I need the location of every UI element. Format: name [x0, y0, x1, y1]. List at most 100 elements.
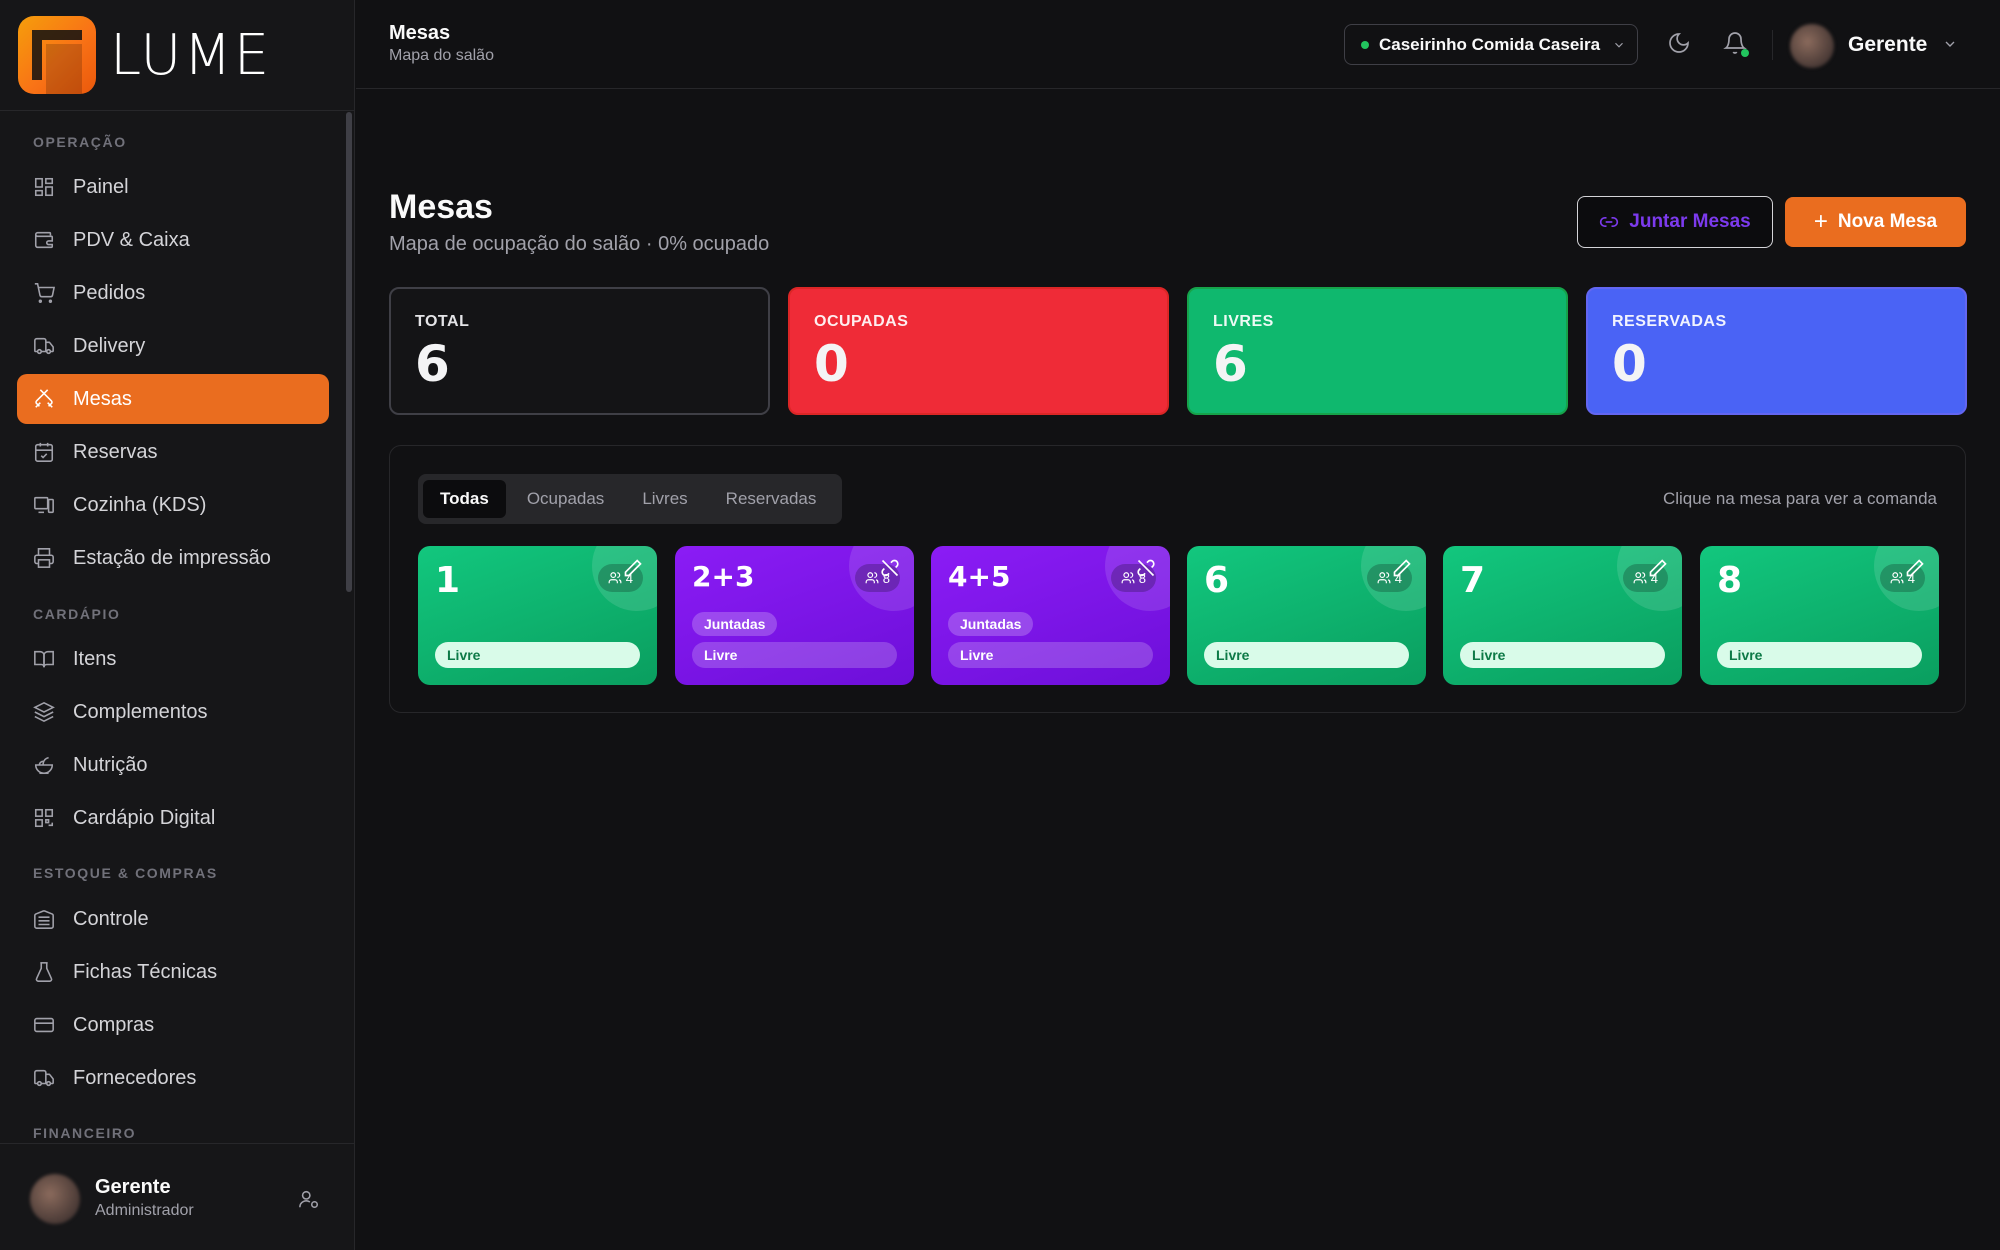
sidebar: LUME OPERAÇÃO Painel PDV & Caixa Pedidos… — [0, 0, 355, 1250]
sidebar-item-label: Estação de impressão — [73, 546, 271, 569]
avatar[interactable] — [1790, 24, 1834, 68]
chevron-down-icon[interactable] — [1942, 36, 1958, 52]
table-card-7[interactable]: 7 4 Livre — [1443, 546, 1682, 685]
status-badge: Livre — [692, 642, 897, 668]
header-user-name[interactable]: Gerente — [1848, 33, 1927, 57]
sidebar-item-label: Cozinha (KDS) — [73, 493, 207, 516]
truck-icon — [33, 1067, 55, 1089]
pencil-icon — [624, 559, 642, 577]
stat-label: LIVRES — [1213, 313, 1274, 330]
table-card-6[interactable]: 6 4 Livre — [1187, 546, 1426, 685]
notification-dot — [1741, 49, 1749, 57]
flask-icon — [33, 961, 55, 983]
sidebar-item-painel[interactable]: Painel — [17, 162, 329, 212]
header-title: Mesas — [389, 22, 451, 44]
sidebar-item-cardapio-digital[interactable]: Cardápio Digital — [17, 793, 329, 843]
user-settings-icon[interactable] — [298, 1188, 320, 1210]
sidebar-item-fichas[interactable]: Fichas Técnicas — [17, 947, 329, 997]
sidebar-user-name: Gerente — [95, 1176, 171, 1198]
stat-label: RESERVADAS — [1612, 313, 1727, 330]
unlink-tables-button[interactable] — [1136, 558, 1156, 578]
table-card-2-3[interactable]: 2+3 8 Juntadas Livre — [675, 546, 914, 685]
section-label-cardapio: CARDÁPIO — [33, 606, 121, 622]
table-card-4-5[interactable]: 4+5 8 Juntadas Livre — [931, 546, 1170, 685]
sidebar-item-pedidos[interactable]: Pedidos — [17, 268, 329, 318]
sidebar-item-delivery[interactable]: Delivery — [17, 321, 329, 371]
book-icon — [33, 648, 55, 670]
credit-card-icon — [33, 1014, 55, 1036]
sidebar-item-label: Fornecedores — [73, 1066, 197, 1089]
logo[interactable]: LUME — [0, 0, 354, 111]
sidebar-item-reservas[interactable]: Reservas — [17, 427, 329, 477]
sidebar-item-label: Controle — [73, 907, 149, 930]
avatar — [30, 1174, 80, 1224]
users-icon — [1377, 572, 1391, 584]
notifications-button[interactable] — [1723, 31, 1749, 57]
warehouse-icon — [33, 908, 55, 930]
store-select[interactable]: Caseirinho Comida Caseira — [1344, 24, 1638, 65]
salad-icon — [33, 754, 55, 776]
users-icon — [608, 572, 622, 584]
sidebar-item-mesas[interactable]: Mesas — [17, 374, 329, 424]
sidebar-item-label: Delivery — [73, 334, 146, 357]
sidebar-user[interactable]: Gerente Administrador — [0, 1143, 355, 1250]
header-subtitle: Mapa do salão — [389, 47, 494, 64]
sidebar-item-label: Reservas — [73, 440, 158, 463]
unlink-tables-button[interactable] — [880, 558, 900, 578]
moon-icon — [1669, 33, 1689, 53]
plus-icon: + — [1813, 208, 1828, 235]
sidebar-item-label: Compras — [73, 1013, 155, 1036]
unlink-icon — [881, 559, 899, 577]
sidebar-item-compras[interactable]: Compras — [17, 1000, 329, 1050]
tables-panel: Todas Ocupadas Livres Reservadas Clique … — [389, 445, 1966, 713]
theme-toggle-button[interactable] — [1667, 31, 1693, 57]
join-tables-button[interactable]: Juntar Mesas — [1577, 196, 1773, 248]
sidebar-item-cozinha[interactable]: Cozinha (KDS) — [17, 480, 329, 530]
edit-table-button[interactable] — [1905, 558, 1925, 578]
stat-value: 0 — [814, 335, 849, 393]
pencil-icon — [1649, 559, 1667, 577]
logo-mark-icon — [18, 16, 96, 94]
sidebar-item-label: Pedidos — [73, 281, 146, 304]
grid-icon — [33, 176, 55, 198]
page-subtitle: Mapa de ocupação do salão · 0% ocupado — [389, 233, 770, 255]
sidebar-item-complementos[interactable]: Complementos — [17, 687, 329, 737]
joined-badge: Juntadas — [692, 612, 778, 636]
sidebar-item-fornecedores[interactable]: Fornecedores — [17, 1053, 329, 1103]
joined-badge: Juntadas — [948, 612, 1034, 636]
sidebar-scrollbar[interactable] — [346, 112, 352, 592]
table-card-1[interactable]: 1 4 Livre — [418, 546, 657, 685]
table-number: 7 — [1460, 560, 1486, 601]
sidebar-item-impressao[interactable]: Estação de impressão — [17, 533, 329, 583]
status-dot — [1361, 40, 1369, 49]
tab-livres[interactable]: Livres — [625, 480, 704, 518]
edit-table-button[interactable] — [1392, 558, 1412, 578]
sidebar-item-itens[interactable]: Itens — [17, 634, 329, 684]
sidebar-item-label: PDV & Caixa — [73, 228, 190, 251]
tab-ocupadas[interactable]: Ocupadas — [510, 480, 622, 518]
panel-hint: Clique na mesa para ver a comanda — [1662, 489, 1937, 508]
edit-table-button[interactable] — [1648, 558, 1668, 578]
stat-label: TOTAL — [415, 313, 470, 330]
link-icon — [1600, 217, 1619, 227]
table-number: 4+5 — [948, 560, 1011, 593]
table-card-8[interactable]: 8 4 Livre — [1700, 546, 1939, 685]
table-number: 6 — [1204, 560, 1230, 601]
status-badge: Livre — [1460, 642, 1665, 668]
qr-icon — [33, 807, 55, 829]
join-tables-label: Juntar Mesas — [1629, 211, 1751, 232]
edit-table-button[interactable] — [623, 558, 643, 578]
stat-card-occupied: OCUPADAS 0 — [788, 287, 1169, 415]
new-table-label: Nova Mesa — [1837, 211, 1938, 232]
tab-todas[interactable]: Todas — [423, 480, 506, 518]
utensils-icon — [33, 388, 55, 410]
sidebar-item-controle[interactable]: Controle — [17, 894, 329, 944]
status-badge: Livre — [948, 642, 1153, 668]
section-label-estoque: ESTOQUE & COMPRAS — [33, 865, 218, 881]
tab-reservadas[interactable]: Reservadas — [709, 480, 834, 518]
sidebar-item-pdv[interactable]: PDV & Caixa — [17, 215, 329, 265]
sidebar-item-nutricao[interactable]: Nutrição — [17, 740, 329, 790]
users-icon — [1121, 572, 1135, 584]
stat-card-reserved: RESERVADAS 0 — [1586, 287, 1967, 415]
new-table-button[interactable]: + Nova Mesa — [1785, 197, 1966, 247]
